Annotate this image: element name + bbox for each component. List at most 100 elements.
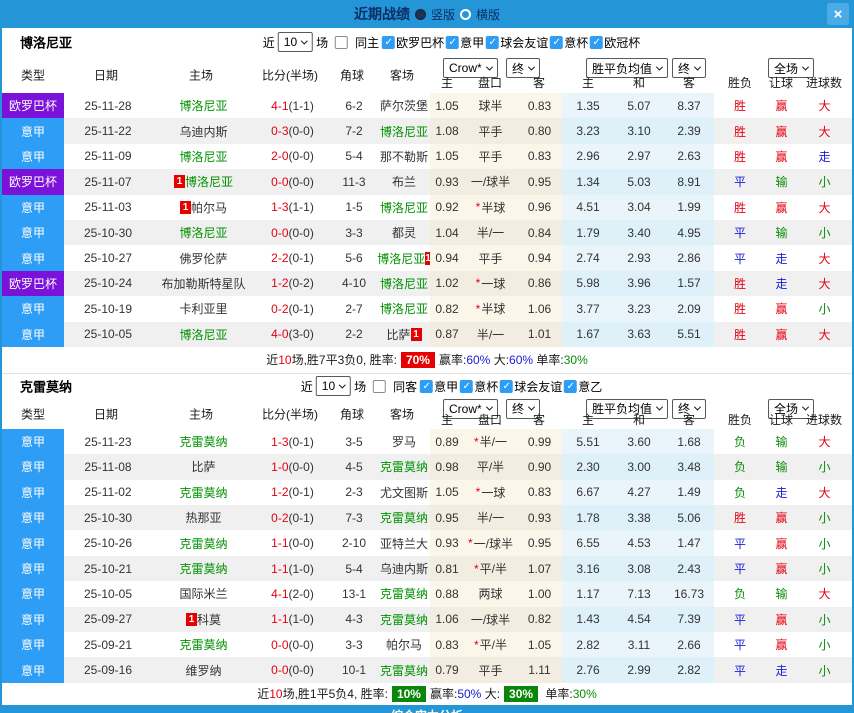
same-away-label: 同客 [393,379,418,394]
league-checkbox[interactable]: ✓ [500,379,514,393]
match-row: 意甲 25-11-09 博洛尼亚 2-0 (0-0) 5-4 那不勒斯 1.05 平手 0.83 2… [2,143,852,170]
match-row: 意甲 25-10-05 国际米兰 4-1 (2-0) 13-1 克雷莫纳 0.88 两球 1.00… [2,581,852,607]
match-date: 25-11-23 [84,434,132,449]
league-badge: 意甲 [2,555,64,582]
mean-select[interactable]: 胜平负均值 [586,58,669,78]
half-time-score: (0-1) [288,251,314,266]
col-mean-home: 主 [581,76,595,90]
vertical-view-radio[interactable] [414,8,426,20]
same-home-checkbox[interactable] [335,35,349,49]
col-odds-home: 主 [440,76,454,90]
summary-segment: 单率: [542,687,573,702]
team-label: 布兰 [391,175,416,190]
score: 0-0 (0-0) [255,169,330,194]
away-team: 萨尔茨堡 [378,93,430,118]
horizontal-view-radio[interactable] [460,8,471,20]
games-count-select[interactable]: 10 [277,32,314,52]
home-team: 比萨 [152,454,255,479]
col-home: 主场 [188,68,214,82]
full-time-score: 2-2 [271,251,289,266]
league-badge: 意甲 [2,143,64,170]
mean-draw: 5.03 [614,169,664,195]
match-row: 意甲 25-10-05 博洛尼亚 4-0 (3-0) 2-2 比萨 1 0.87 半/一 1.01 1… [2,321,852,347]
full-time-score: 1-1 [271,536,289,551]
mean-home: 1.34 [562,169,614,195]
league-checkbox[interactable]: ✓ [460,379,474,393]
handicap: 平/半 [464,454,517,480]
goals-outcome: 小 [818,612,831,627]
col-result: 胜负 [727,412,753,427]
score: 2-0 (0-0) [255,144,330,169]
odds-home: 1.06 [430,606,464,633]
team2-table-header: 类型 日期 主场 比分(半场) 角球 客场 Crow* 终 胜平负均值 终 全场… [2,398,852,429]
home-team: 卡利亚里 [152,296,255,321]
home-team: 乌迪内斯 [152,118,255,143]
mean-draw: 3.00 [614,454,664,480]
summary-segment: 单率: [533,353,564,368]
league-badge: 意甲 [2,219,64,246]
full-time-score: 0-0 [271,225,289,240]
odds-away: 0.96 [517,194,562,220]
home-team: 克雷莫纳 [152,429,255,454]
half-time-score: (1-0) [288,612,314,627]
league-checkbox[interactable]: ✓ [486,35,500,49]
corners: 10-1 [341,663,367,678]
goals-outcome: 小 [818,562,831,577]
league-filter-group: ✓ 欧罗巴杯 ✓ 意甲 ✓ 球会友谊 ✓ 意杯 ✓ 欧冠杯 [382,34,641,51]
same-away-checkbox[interactable] [373,379,387,393]
home-team: 佛罗伦萨 [152,245,255,270]
away-team: 博洛尼亚 [378,271,430,296]
games-count-select[interactable]: 10 [315,376,352,397]
league-checkbox[interactable]: ✓ [382,35,396,49]
away-team: 布兰 [378,169,430,194]
match-date: 25-09-27 [83,612,133,627]
score: 1-0 (0-0) [255,454,330,479]
chevron-down-icon [655,403,664,412]
half-time-score: (1-1) [288,200,314,215]
league-checkbox[interactable]: ✓ [590,35,604,49]
league-checkbox[interactable]: ✓ [446,35,460,49]
half-time-score: (2-0) [288,586,314,601]
match-date: 25-10-27 [83,251,133,266]
away-team: 那不勒斯 [378,144,430,169]
handicap-label: 半/一 [479,435,507,450]
summary-segment: 50% [457,686,482,701]
league-checkbox[interactable]: ✓ [420,379,434,393]
match-date: 25-11-07 [84,174,132,189]
team-label: 博洛尼亚 [379,276,428,291]
mean-away: 1.57 [664,270,714,297]
score: 1-3 (0-1) [255,429,330,454]
league-label: 意甲 [460,35,485,50]
match-row: 意甲 25-09-27 1 科莫 1-1 (1-0) 4-3 克雷莫纳 1.06 一/球半 0.82… [2,606,852,633]
odds-home: 1.05 [430,479,464,506]
corners: 2-3 [345,485,363,500]
full-time-score: 4-1 [271,98,289,113]
chevron-down-icon [301,37,309,45]
corners: 6-2 [345,98,363,113]
page-title: 近期战绩 [353,6,410,22]
handicap-outcome: 赢 [775,536,788,551]
mean-draw: 4.53 [614,530,664,556]
handicap-label: 平/半 [479,638,507,653]
full-time-score: 0-0 [271,663,289,678]
team1-summary: 近 10 场,胜7平3负0, 胜率: 70% 赢率: 60% 大: 60% 单率: 30% [2,346,852,373]
mean-select[interactable]: 胜平负均值 [586,398,669,419]
league-checkbox[interactable]: ✓ [564,379,578,393]
score: 1-1 (1-0) [255,607,330,632]
close-button[interactable]: × [827,3,849,25]
chevron-down-icon [527,63,536,71]
mean-home: 1.17 [562,581,614,607]
mean-home: 1.79 [562,219,614,246]
league-badge: 意甲 [2,505,64,531]
full-time-score: 4-0 [271,327,289,342]
home-team: 克雷莫纳 [152,480,255,505]
summary-segment: 30% [504,685,539,702]
match-date: 25-10-21 [83,561,133,576]
team-label: 那不勒斯 [379,149,428,164]
bottom-bar: 综合实力分析 [2,704,852,713]
league-checkbox[interactable]: ✓ [550,35,564,49]
match-date: 25-10-24 [83,276,133,291]
mean-away: 2.63 [664,143,714,170]
corners: 2-2 [345,327,363,342]
odds-home: 1.08 [430,118,464,144]
